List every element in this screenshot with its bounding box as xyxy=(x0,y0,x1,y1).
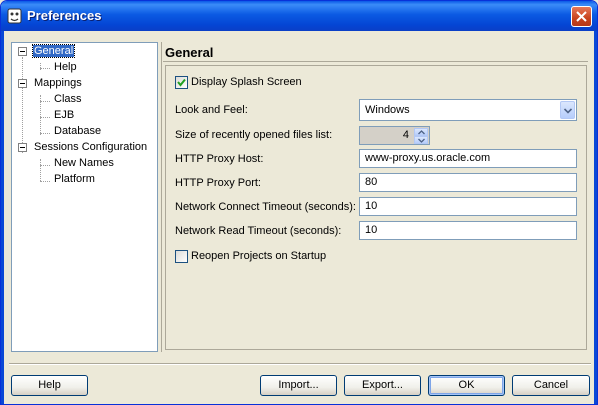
read-timeout-value: 10 xyxy=(365,224,378,236)
tree-item-database[interactable]: Database xyxy=(53,124,102,139)
read-timeout-label: Network Read Timeout (seconds): xyxy=(175,225,342,237)
preferences-dialog: Preferences General Help Mappings Class … xyxy=(0,0,598,405)
chevron-down-icon xyxy=(418,138,425,143)
settings-panel: Display Splash Screen Look and Feel: Win… xyxy=(165,65,587,350)
read-timeout-input[interactable]: 10 xyxy=(359,221,577,240)
tree-item-help[interactable]: Help xyxy=(53,60,78,75)
reopen-projects-label: Reopen Projects on Startup xyxy=(191,250,327,262)
connect-timeout-label: Network Connect Timeout (seconds): xyxy=(175,201,356,213)
tree-connector xyxy=(40,181,50,182)
tree-connector xyxy=(40,165,50,166)
export-button[interactable]: Export... xyxy=(344,375,421,396)
proxy-port-input[interactable]: 80 xyxy=(359,173,577,192)
window-title: Preferences xyxy=(27,8,102,23)
tree-item-class[interactable]: Class xyxy=(53,92,83,107)
proxy-host-value: www-proxy.us.oracle.com xyxy=(365,152,491,164)
import-button[interactable]: Import... xyxy=(260,375,337,396)
collapse-icon[interactable] xyxy=(18,79,27,88)
proxy-port-value: 80 xyxy=(365,176,378,188)
dropdown-button[interactable] xyxy=(560,101,575,119)
checkmark-icon xyxy=(177,78,186,87)
chevron-up-icon xyxy=(418,130,425,135)
recent-files-spinner[interactable]: 4 xyxy=(359,126,430,145)
tree-item-general[interactable]: General xyxy=(31,44,76,59)
reopen-projects-checkbox[interactable] xyxy=(175,250,188,263)
spin-up-button[interactable] xyxy=(414,128,428,136)
look-and-feel-value: Windows xyxy=(365,104,410,116)
close-icon xyxy=(576,11,587,22)
ok-button[interactable]: OK xyxy=(428,375,505,396)
close-button[interactable] xyxy=(571,6,592,27)
recent-files-value: 4 xyxy=(402,129,409,141)
tree-item-mappings[interactable]: Mappings xyxy=(33,76,83,91)
tree-item-new-names[interactable]: New Names xyxy=(53,156,115,171)
panel-splitter[interactable] xyxy=(161,42,162,352)
connect-timeout-value: 10 xyxy=(365,200,378,212)
tree-connector xyxy=(40,133,50,134)
collapse-icon[interactable] xyxy=(18,47,27,56)
tree-connector xyxy=(22,57,23,153)
window-border-right xyxy=(594,31,597,404)
collapse-icon[interactable] xyxy=(18,143,27,152)
look-and-feel-label: Look and Feel: xyxy=(175,104,248,116)
tree-item-ejb[interactable]: EJB xyxy=(53,108,75,123)
connect-timeout-input[interactable]: 10 xyxy=(359,197,577,216)
tree-connector xyxy=(40,68,50,69)
title-bar[interactable]: Preferences xyxy=(1,1,597,31)
category-tree[interactable]: General Help Mappings Class EJB Database… xyxy=(11,42,158,352)
look-and-feel-select[interactable]: Windows xyxy=(359,99,577,121)
tree-connector xyxy=(40,159,41,181)
page-title: General xyxy=(165,45,214,60)
chevron-down-icon xyxy=(564,108,572,114)
proxy-host-input[interactable]: www-proxy.us.oracle.com xyxy=(359,149,577,168)
page-header: General xyxy=(163,42,588,62)
tree-connector xyxy=(40,117,50,118)
divider xyxy=(9,363,591,365)
proxy-port-label: HTTP Proxy Port: xyxy=(175,177,261,189)
recent-files-label: Size of recently opened files list: xyxy=(175,129,333,141)
app-icon xyxy=(7,8,22,24)
display-splash-label: Display Splash Screen xyxy=(191,76,302,88)
spin-down-button[interactable] xyxy=(414,136,428,144)
tree-item-platform[interactable]: Platform xyxy=(53,172,96,187)
help-button[interactable]: Help xyxy=(11,375,88,396)
tree-connector xyxy=(40,101,50,102)
cancel-button[interactable]: Cancel xyxy=(512,375,590,396)
tree-item-sessions-configuration[interactable]: Sessions Configuration xyxy=(33,140,148,155)
display-splash-checkbox[interactable] xyxy=(175,76,188,89)
proxy-host-label: HTTP Proxy Host: xyxy=(175,153,264,165)
window-border-left xyxy=(1,31,4,404)
